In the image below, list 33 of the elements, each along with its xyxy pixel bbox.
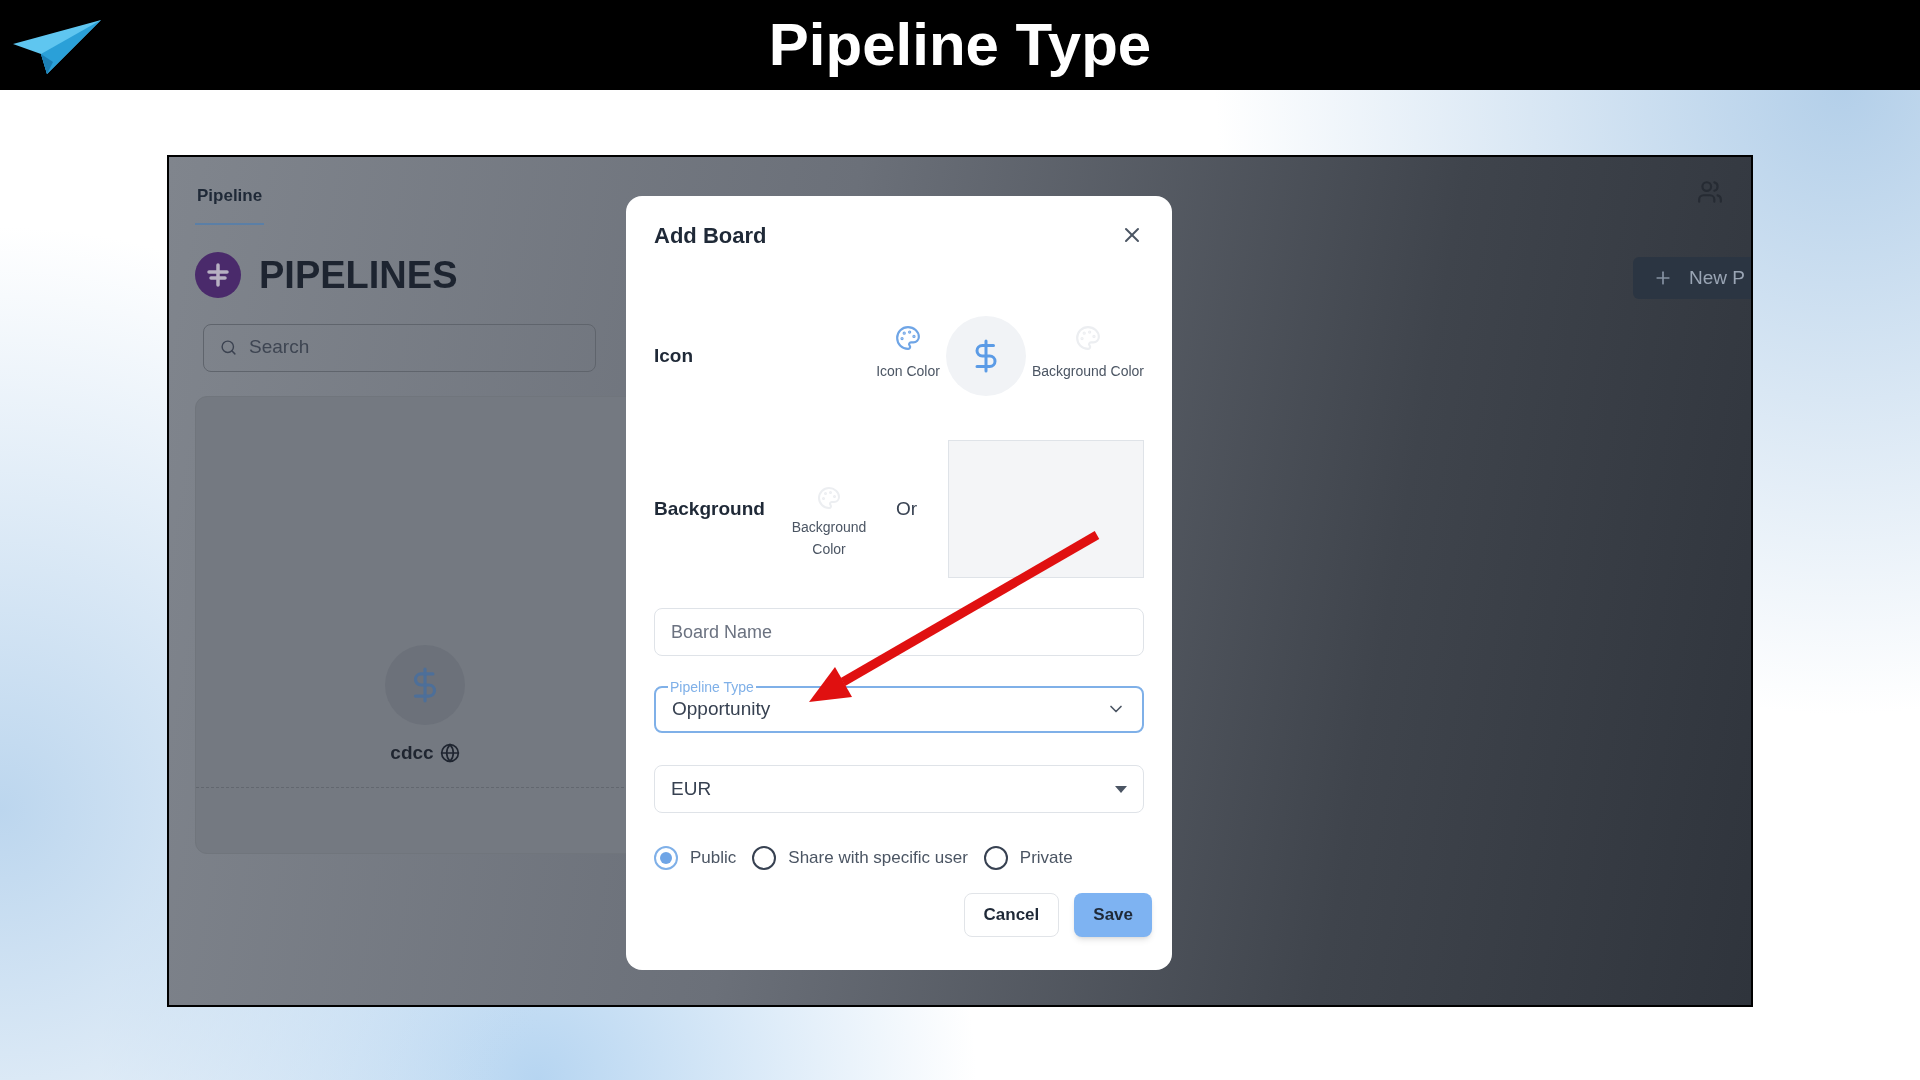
save-button[interactable]: Save <box>1074 892 1152 937</box>
new-pipeline-button[interactable]: New P <box>1633 257 1751 299</box>
radio-label: Public <box>690 847 737 869</box>
caret-icon <box>1115 785 1127 793</box>
select-value: Opportunity <box>672 696 771 721</box>
background-image-preview[interactable] <box>948 440 1144 578</box>
field-label: Background <box>654 496 766 521</box>
palette-icon[interactable] <box>895 324 922 351</box>
radio-button[interactable] <box>654 845 678 870</box>
radio-label: Private <box>1019 847 1073 869</box>
select-value: EUR <box>671 776 712 801</box>
board-name-field[interactable]: Board Name <box>654 608 1144 656</box>
radio-button[interactable] <box>983 845 1008 870</box>
tab[interactable]: Pipeline <box>195 183 265 225</box>
dialog-title: Add Board <box>654 221 767 250</box>
pipeline-logo-icon <box>195 252 241 298</box>
option-label: Icon Color <box>876 361 940 381</box>
option-label: Background Color <box>1031 361 1144 381</box>
globe-icon <box>439 742 460 763</box>
board-name: cdcc <box>390 740 434 765</box>
radio-label: Share with specific user <box>788 847 968 869</box>
search-placeholder: Search <box>249 335 310 360</box>
floating-label: Pipeline Type <box>669 679 755 695</box>
banner-title: Pipeline Type <box>768 10 1152 80</box>
select-field[interactable]: EUR <box>654 765 1144 813</box>
page-heading: PIPELINES <box>259 252 458 298</box>
paper-plane-logo-icon <box>13 20 101 74</box>
or-label: Or <box>896 496 918 521</box>
option-label: Background Color <box>790 518 868 559</box>
search-icon <box>220 339 237 356</box>
cancel-button[interactable]: Cancel <box>963 892 1060 937</box>
radio-button[interactable] <box>752 845 777 870</box>
field-label: Icon <box>654 343 694 368</box>
